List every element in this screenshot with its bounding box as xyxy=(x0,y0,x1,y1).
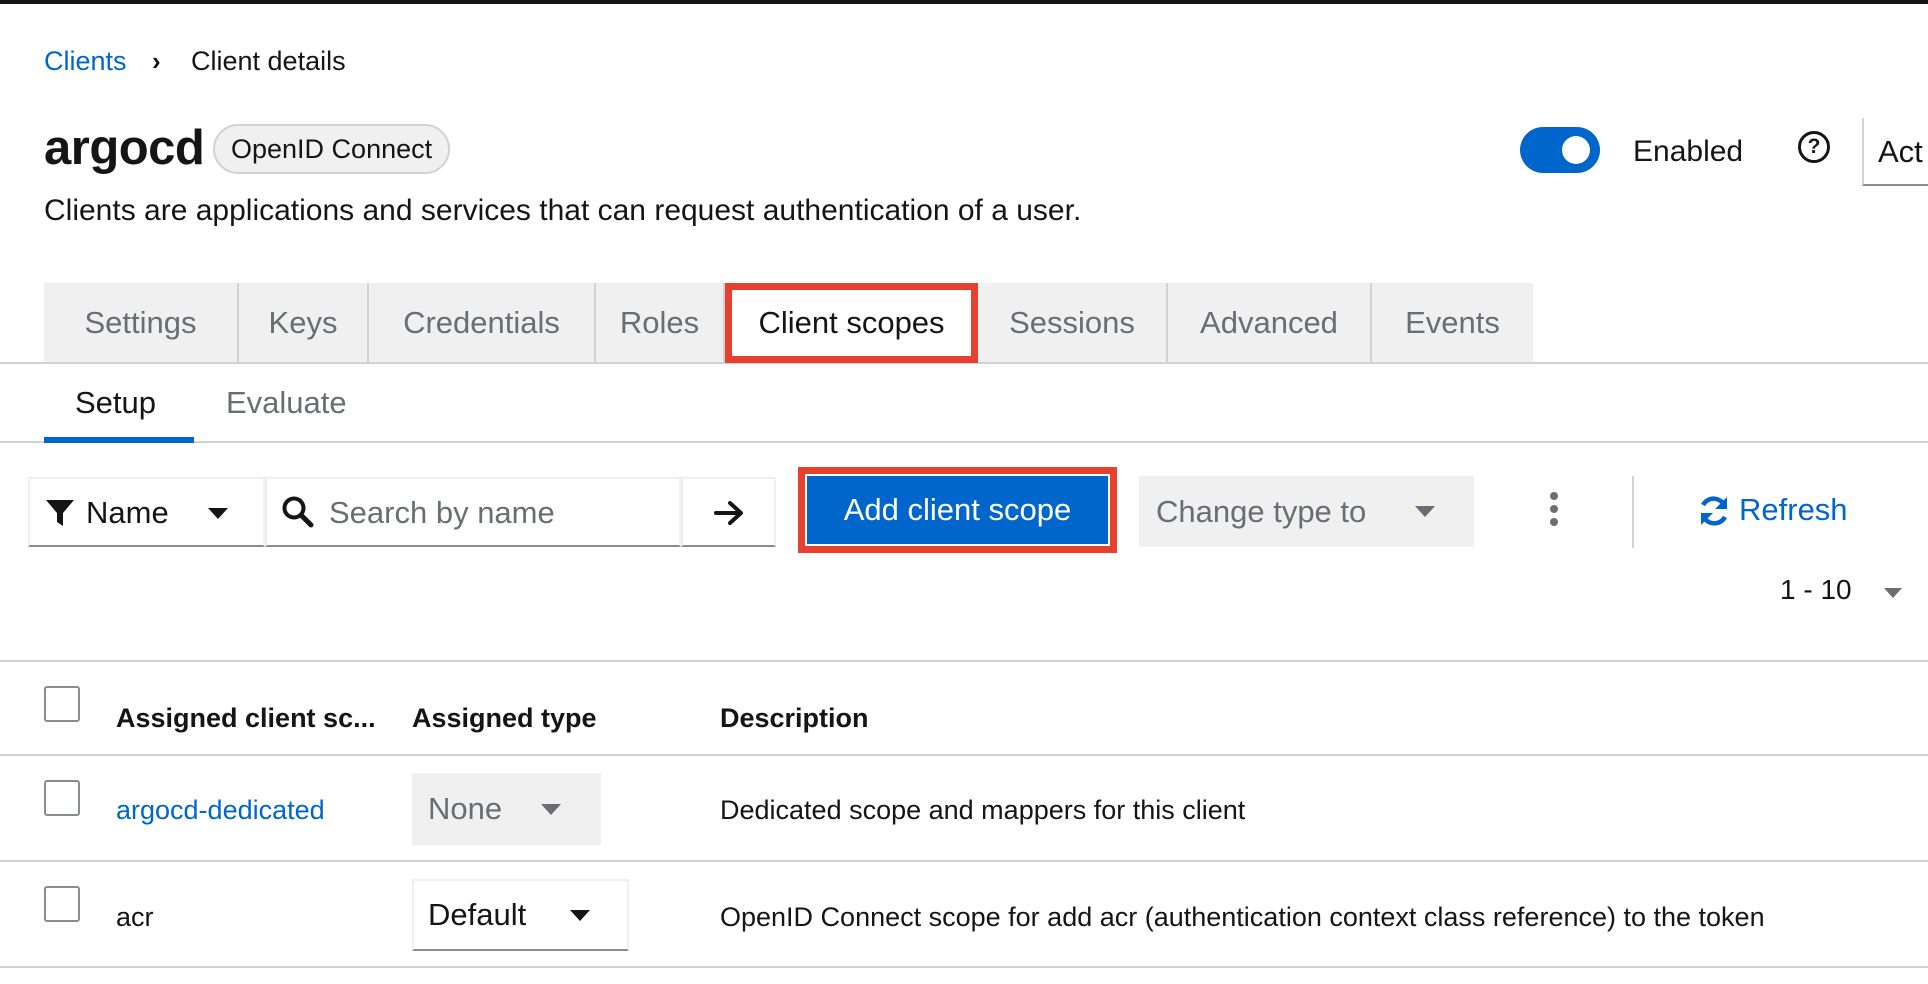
scope-description: OpenID Connect scope for add acr (authen… xyxy=(720,902,1765,932)
top-border xyxy=(0,0,1928,4)
tab-keys[interactable]: Keys xyxy=(239,283,369,363)
filter-icon xyxy=(46,500,74,526)
caret-down-icon xyxy=(1415,506,1435,517)
kebab-dot xyxy=(1550,505,1558,513)
column-header-type[interactable]: Assigned type xyxy=(412,703,597,734)
breadcrumb-current: Client details xyxy=(191,46,346,76)
page-title: argocd xyxy=(44,121,205,175)
page-subtitle: Clients are applications and services th… xyxy=(44,194,1082,227)
refresh-icon xyxy=(1700,496,1728,526)
protocol-badge: OpenID Connect xyxy=(213,124,451,174)
search-input[interactable] xyxy=(327,489,671,537)
column-header-name[interactable]: Assigned client sc... xyxy=(116,703,376,734)
subtab-setup[interactable]: Setup xyxy=(75,385,156,421)
subtab-evaluate[interactable]: Evaluate xyxy=(226,385,347,421)
chevron-right-icon: › xyxy=(152,46,161,76)
assigned-type-value: None xyxy=(428,791,503,826)
row-divider xyxy=(0,966,1928,968)
client-scopes-tab-highlight xyxy=(725,283,978,363)
action-dropdown[interactable]: Act xyxy=(1862,118,1928,186)
enabled-toggle[interactable] xyxy=(1520,127,1600,173)
scope-name-link[interactable]: argocd-dedicated xyxy=(116,795,325,826)
row-checkbox[interactable] xyxy=(44,886,80,922)
tab-credentials[interactable]: Credentials xyxy=(369,283,596,363)
help-icon[interactable]: ? xyxy=(1798,131,1830,163)
toolbar-divider xyxy=(1632,476,1634,548)
search-icon xyxy=(282,496,314,528)
scope-description: Dedicated scope and mappers for this cli… xyxy=(720,795,1246,825)
column-header-description: Description xyxy=(720,703,869,733)
tab-roles[interactable]: Roles xyxy=(596,283,725,363)
refresh-label: Refresh xyxy=(1739,492,1848,527)
toggle-knob xyxy=(1562,136,1590,164)
kebab-menu-icon[interactable] xyxy=(1537,492,1571,532)
assigned-type-select[interactable]: Default xyxy=(412,879,629,951)
pagination-range[interactable]: 1 - 10 xyxy=(1780,574,1852,606)
table-top-border xyxy=(0,660,1928,662)
scope-name: acr xyxy=(116,902,154,932)
kebab-dot xyxy=(1550,492,1558,500)
kebab-dot xyxy=(1550,518,1558,526)
caret-down-icon xyxy=(541,804,561,815)
row-checkbox[interactable] xyxy=(44,780,80,816)
assigned-type-value: Default xyxy=(428,897,527,932)
caret-down-icon[interactable] xyxy=(1884,588,1902,598)
add-client-scope-button[interactable]: Add client scope xyxy=(807,476,1108,544)
caret-down-icon xyxy=(570,910,590,921)
subtab-active-indicator xyxy=(44,437,194,443)
filter-attribute-select[interactable]: Name xyxy=(28,477,265,547)
tab-advanced[interactable]: Advanced xyxy=(1168,283,1372,363)
tab-events[interactable]: Events xyxy=(1372,283,1533,363)
search-box xyxy=(265,477,681,547)
breadcrumb-clients-link[interactable]: Clients xyxy=(44,46,127,77)
assigned-type-select-disabled: None xyxy=(412,773,601,845)
change-type-dropdown[interactable]: Change type to xyxy=(1139,476,1474,547)
enabled-label: Enabled xyxy=(1633,135,1744,168)
subtabs-divider xyxy=(0,441,1928,443)
search-submit-button[interactable] xyxy=(681,477,776,547)
select-all-checkbox[interactable] xyxy=(44,686,80,722)
row-divider xyxy=(0,754,1928,756)
caret-down-icon xyxy=(208,508,228,519)
filter-label: Name xyxy=(86,495,169,530)
arrow-right-icon xyxy=(714,501,743,525)
tab-sessions[interactable]: Sessions xyxy=(978,283,1168,363)
tab-settings[interactable]: Settings xyxy=(44,283,239,363)
row-divider xyxy=(0,860,1928,862)
change-type-label: Change type to xyxy=(1156,494,1367,529)
